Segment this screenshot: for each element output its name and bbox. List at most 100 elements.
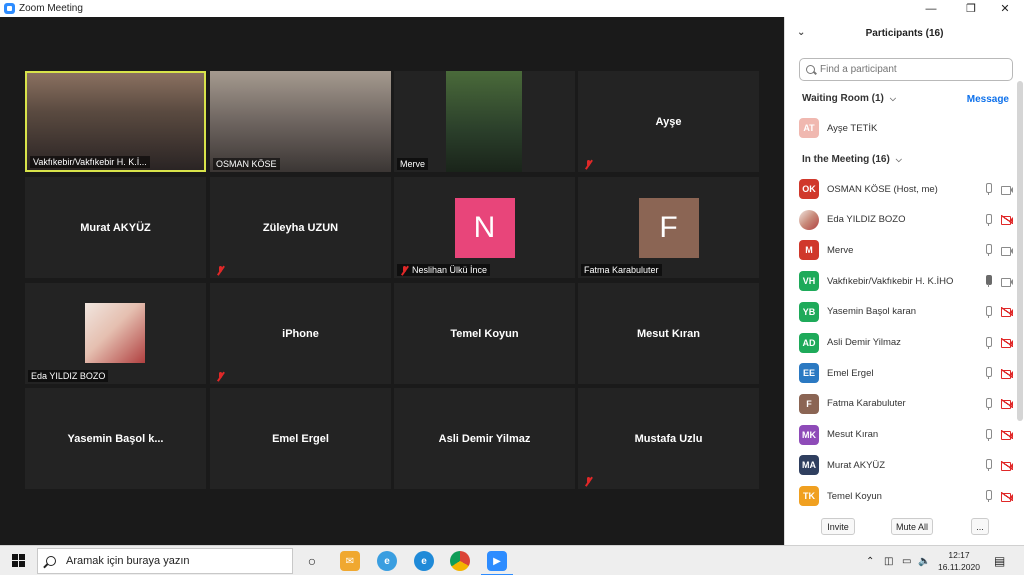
panel-scrollbar[interactable] (1017, 81, 1023, 421)
muted-mic-icon (216, 372, 225, 381)
video-tile[interactable]: F Fatma Karabuluter (578, 177, 759, 278)
windows-taskbar: Aramak için buraya yazın ○ ✉ e e ▶ ⌃ ◫ ▭… (0, 545, 1024, 575)
video-tile[interactable]: OSMAN KÖSE (210, 71, 391, 172)
minimize-button[interactable]: — (914, 0, 948, 17)
video-tile[interactable]: Vakfıkebir/Vakfıkebir H. K.İ... (25, 71, 206, 172)
participant-name: Ayşe TETİK (827, 122, 878, 134)
camera-off-icon[interactable] (1001, 307, 1013, 318)
muted-mic-icon (584, 477, 593, 486)
participant-avatar: TK (799, 486, 819, 506)
video-tile[interactable]: Yasemin Başol k... (25, 388, 206, 489)
participant-row[interactable]: AT Ayşe TETİK (799, 118, 1013, 138)
chrome-icon[interactable] (450, 551, 470, 571)
video-tile[interactable]: Ayşe (578, 71, 759, 172)
camera-icon[interactable] (1001, 246, 1013, 256)
camera-off-icon[interactable] (1001, 430, 1013, 441)
participant-row[interactable]: MA Murat AKYÜZ (799, 455, 1013, 476)
tile-name-label (213, 265, 228, 276)
waiting-room-label: Waiting Room (1) (802, 93, 884, 104)
participant-avatar: N (454, 197, 515, 258)
battery-icon[interactable]: ▭ (902, 546, 911, 575)
video-tile[interactable]: iPhone (210, 283, 391, 384)
participant-avatar: EE (799, 363, 819, 384)
participant-row[interactable]: YB Yasemin Başol karan (799, 301, 1013, 322)
search-icon (806, 65, 815, 74)
camera-off-icon[interactable] (1001, 491, 1013, 502)
participant-name: Yasemin Başol karan (827, 306, 917, 318)
camera-off-icon[interactable] (1001, 399, 1013, 410)
microphone-icon[interactable] (983, 459, 993, 472)
camera-off-icon[interactable] (1001, 460, 1013, 471)
restore-button[interactable]: ❐ (954, 0, 988, 17)
participant-row[interactable]: Eda YILDIZ BOZO (799, 209, 1013, 230)
microphone-icon[interactable] (983, 397, 993, 410)
participant-row[interactable]: OK OSMAN KÖSE (Host, me) (799, 179, 1013, 199)
video-tile[interactable]: Mesut Kıran (578, 283, 759, 384)
participant-row[interactable]: EE Emel Ergel (799, 363, 1013, 384)
tile-name-label: Merve (397, 158, 429, 170)
zoom-taskbar-icon[interactable]: ▶ (481, 551, 513, 575)
camera-icon[interactable] (1001, 185, 1013, 195)
microphone-icon[interactable] (983, 367, 993, 380)
participant-row[interactable]: TK Temel Koyun (799, 486, 1013, 506)
in-meeting-header[interactable]: In the Meeting (16) ⌵ (802, 154, 902, 165)
microphone-icon[interactable] (983, 336, 993, 349)
tile-participant-name: Mustafa Uzlu (634, 432, 703, 445)
microphone-icon[interactable] (983, 490, 993, 502)
video-tile[interactable]: Mustafa Uzlu (578, 388, 759, 489)
task-view-icon[interactable]: ○ (302, 551, 322, 571)
windows-start-icon[interactable] (12, 554, 25, 567)
microphone-icon[interactable] (983, 305, 993, 318)
more-button[interactable]: ... (971, 518, 989, 535)
participant-search[interactable] (799, 58, 1013, 81)
video-tile[interactable]: Temel Koyun (394, 283, 575, 384)
camera-off-icon[interactable] (1001, 338, 1013, 348)
taskbar-clock[interactable]: 12:17 16.11.2020 (935, 549, 983, 573)
volume-icon[interactable]: 🔈 (918, 546, 930, 575)
camera-off-icon[interactable] (1001, 368, 1013, 379)
camera-icon[interactable] (1001, 277, 1013, 287)
tile-participant-name: Temel Koyun (450, 327, 519, 340)
edge-icon[interactable]: e (414, 551, 434, 571)
camera-off-icon[interactable] (1001, 215, 1013, 226)
microphone-icon[interactable] (983, 183, 993, 195)
video-tile[interactable]: Emel Ergel (210, 388, 391, 489)
invite-button[interactable]: Invite (821, 518, 855, 535)
microphone-icon[interactable] (983, 244, 993, 257)
video-tile[interactable]: Murat AKYÜZ (25, 177, 206, 278)
microphone-icon[interactable] (983, 428, 993, 441)
participant-row[interactable]: VH Vakfıkebir/Vakfıkebir H. K.İHO (799, 271, 1013, 292)
tile-name-label (581, 476, 596, 487)
tile-name-label: Fatma Karabuluter (581, 264, 662, 276)
video-tile[interactable]: Asli Demir Yilmaz (394, 388, 575, 489)
participant-search-input[interactable] (820, 64, 1000, 75)
participant-video (210, 71, 391, 172)
microphone-icon[interactable] (983, 213, 993, 226)
participant-name: Merve (827, 244, 854, 256)
in-meeting-label: In the Meeting (16) (802, 154, 890, 165)
message-link[interactable]: Message (967, 94, 1009, 105)
video-tile[interactable]: N Neslihan Ülkü İnce (394, 177, 575, 278)
participant-row[interactable]: F Fatma Karabuluter (799, 393, 1013, 414)
participants-panel: ⌄ Participants (16) Waiting Room (1) ⌵ M… (784, 17, 1024, 545)
network-icon[interactable]: ◫ (884, 546, 893, 575)
mute-all-button[interactable]: Mute All (891, 518, 933, 535)
video-tile[interactable]: Merve (394, 71, 575, 172)
internet-explorer-icon[interactable]: e (377, 551, 397, 571)
tray-chevron-icon[interactable]: ⌃ (866, 546, 874, 575)
microphone-icon[interactable] (983, 275, 993, 288)
mail-app-icon[interactable]: ✉ (340, 551, 360, 571)
video-tile[interactable]: Eda YILDIZ BOZO (25, 283, 206, 384)
participant-row[interactable]: AD Asli Demir Yilmaz (799, 332, 1013, 353)
video-tile[interactable]: Züleyha UZUN (210, 177, 391, 278)
tile-participant-name: Züleyha UZUN (262, 221, 339, 234)
close-button[interactable]: ✕ (988, 0, 1022, 17)
participant-row[interactable]: MK Mesut Kıran (799, 424, 1013, 445)
participant-name: Mesut Kıran (827, 429, 879, 441)
participant-row[interactable]: M Merve (799, 240, 1013, 261)
waiting-room-header[interactable]: Waiting Room (1) ⌵ (802, 93, 896, 104)
participant-name: Emel Ergel (827, 367, 874, 379)
notifications-icon[interactable]: ▤ (994, 546, 1005, 575)
taskbar-search[interactable]: Aramak için buraya yazın (37, 548, 293, 574)
collapse-chevron-icon[interactable]: ⌄ (797, 27, 805, 38)
